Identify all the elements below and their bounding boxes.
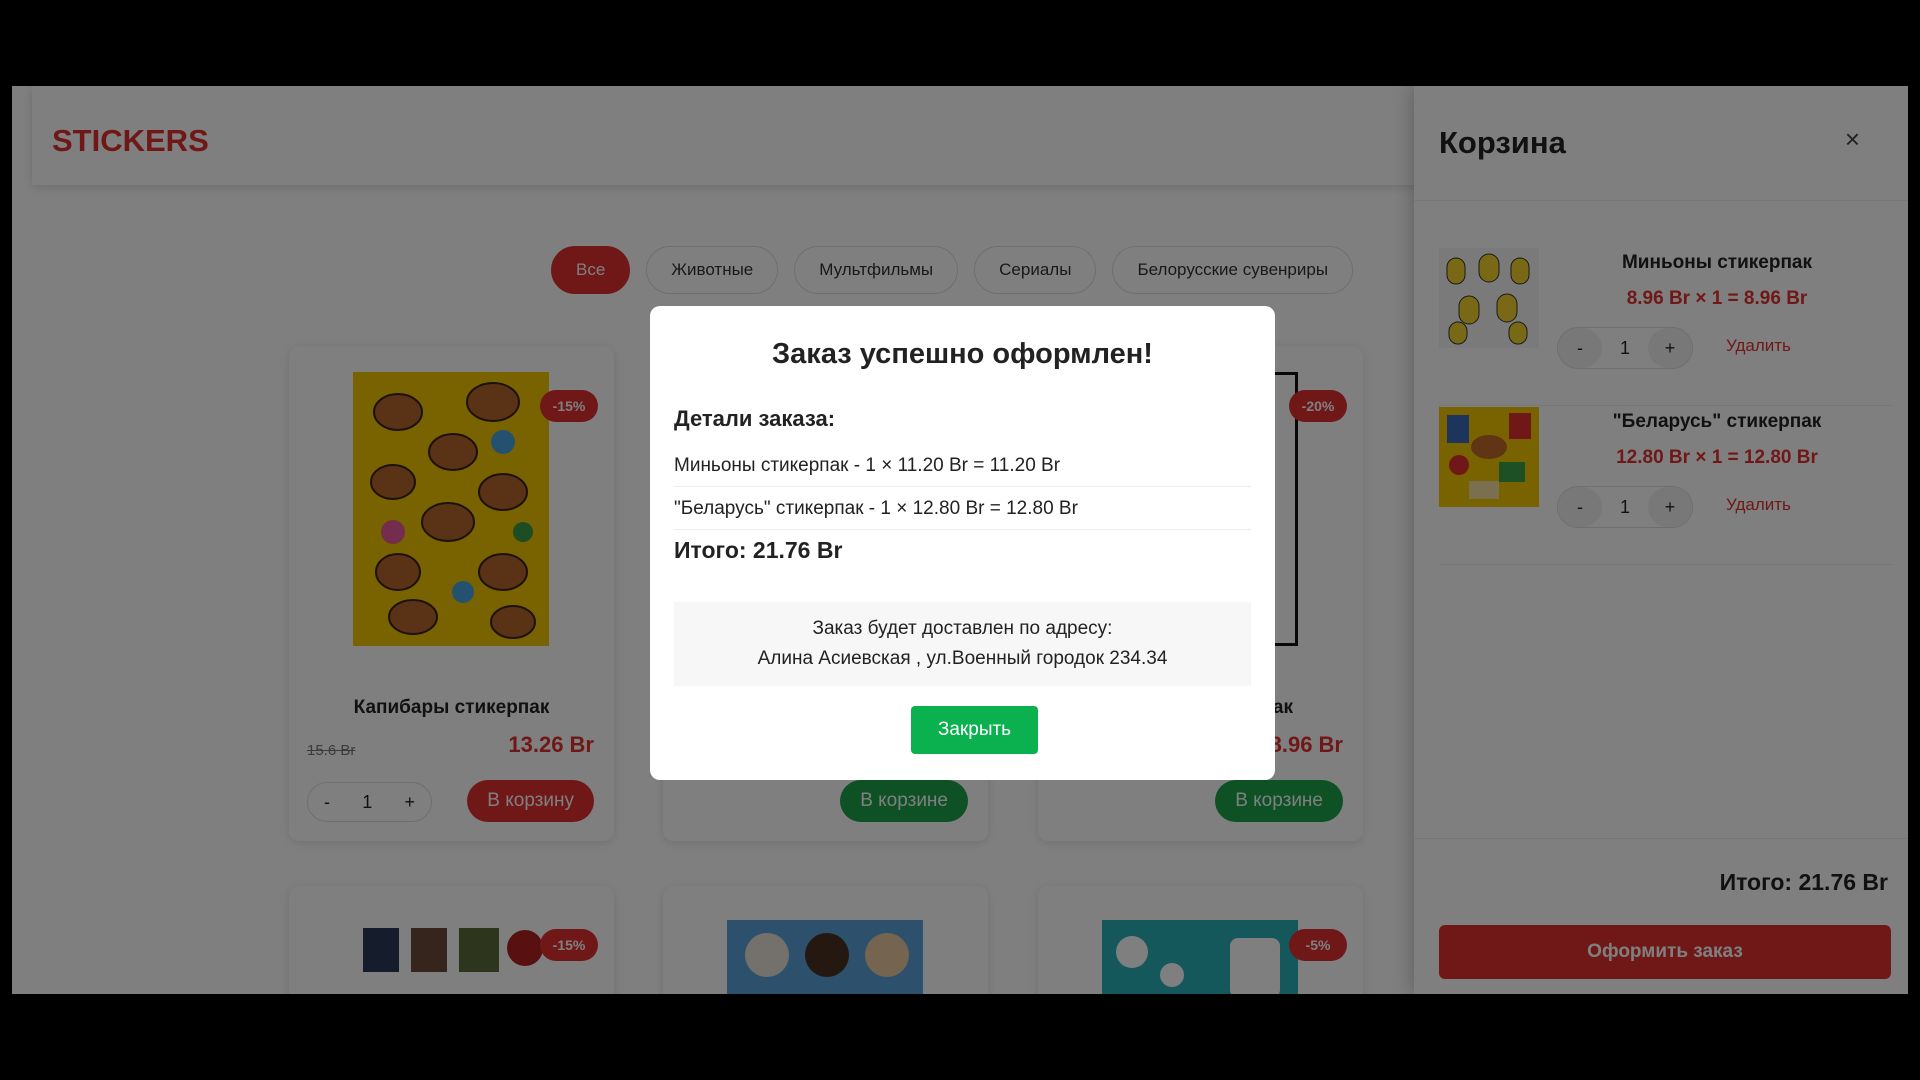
qty-plus-button[interactable]: + [1647, 487, 1692, 527]
cart-item-price: 8.96 Br × 1 = 8.96 Br [1626, 288, 1808, 309]
qty-minus-button[interactable]: - [1558, 328, 1602, 368]
qty-value: 1 [1619, 496, 1630, 517]
cart-item-name: "Беларусь" стикерпак [1612, 411, 1822, 432]
qty-plus-button[interactable]: + [1647, 328, 1692, 368]
order-line: Миньоны стикерпак - 1 × 11.20 Br = 11.20… [674, 444, 1251, 487]
qty-value: 1 [1619, 337, 1630, 358]
delivery-address-box: Заказ будет доставлен по адресу: Алина А… [674, 602, 1251, 686]
modal-title: Заказ успешно оформлен! [772, 338, 1153, 370]
cart-header: Корзина × [1414, 86, 1908, 201]
checkout-button[interactable]: Оформить заказ [1439, 925, 1891, 979]
qty-minus-button[interactable]: - [1558, 487, 1602, 527]
cart-panel: Корзина × Миньоны стикерпак 8.96 Br × 1 … [1414, 86, 1908, 994]
cart-item-image [1439, 407, 1539, 507]
cart-item: Миньоны стикерпак 8.96 Br × 1 = 8.96 Br … [1439, 248, 1894, 406]
close-modal-button[interactable]: Закрыть [911, 706, 1038, 754]
app-window: STICKERS Все Животные Мультфильмы Сериал… [12, 86, 1908, 994]
cart-title: Корзина [1439, 125, 1566, 160]
delivery-address-label: Заказ будет доставлен по адресу: [812, 618, 1113, 639]
delivery-address: Алина Асиевская , ул.Военный городок 234… [757, 648, 1168, 669]
cart-item-name: Миньоны стикерпак [1621, 252, 1813, 273]
quantity-stepper: - 1 + [1557, 486, 1693, 528]
cart-item-price: 12.80 Br × 1 = 12.80 Br [1616, 447, 1818, 468]
order-success-modal: Заказ успешно оформлен! Детали заказа: М… [650, 306, 1275, 780]
cart-footer: Итого: 21.76 Br Оформить заказ [1414, 838, 1908, 994]
close-icon[interactable]: × [1845, 124, 1860, 155]
order-total: Итого: 21.76 Br [674, 537, 843, 563]
quantity-stepper: - 1 + [1557, 327, 1693, 369]
remove-item-button[interactable]: Удалить [1726, 336, 1791, 356]
cart-item: "Беларусь" стикерпак 12.80 Br × 1 = 12.8… [1439, 407, 1894, 565]
remove-item-button[interactable]: Удалить [1726, 495, 1791, 515]
cart-total: Итого: 21.76 Br [1719, 869, 1888, 895]
cart-item-image [1439, 248, 1539, 348]
order-details-label: Детали заказа: [674, 406, 836, 431]
order-line: "Беларусь" стикерпак - 1 × 12.80 Br = 12… [674, 487, 1251, 530]
